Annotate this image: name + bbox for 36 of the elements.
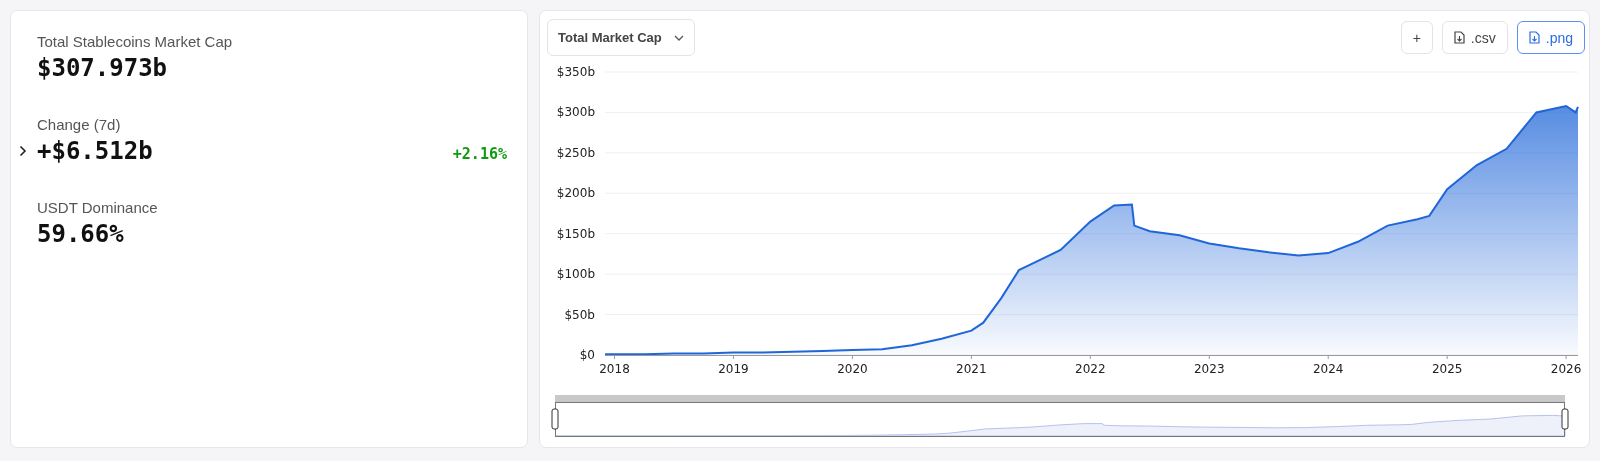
y-axis-label: $150b (556, 226, 595, 241)
stat-value: 59.66% (37, 220, 124, 248)
x-axis-label: 2021 (956, 362, 987, 376)
x-axis-label: 2020 (837, 362, 868, 376)
zoom-range[interactable] (555, 402, 1565, 437)
stat-label: Total Stablecoins Market Cap (37, 33, 234, 50)
download-button[interactable]: .csv (1441, 21, 1508, 54)
file-download-icon (1453, 31, 1465, 44)
x-axis-label: 2025 (1431, 362, 1463, 376)
y-axis-label: $100b (556, 267, 595, 282)
y-axis-label: $350b (556, 65, 595, 79)
range-handle[interactable] (551, 408, 559, 430)
metric-dropdown[interactable]: Total Market Cap (547, 19, 695, 56)
file-download-icon (1528, 31, 1540, 44)
x-axis-label: 2023 (1194, 362, 1225, 376)
x-axis-label: 2019 (718, 362, 749, 376)
stat-label: Change (7d) (37, 116, 122, 133)
download-button[interactable]: .png (1516, 21, 1585, 54)
add-button[interactable]: + (1400, 21, 1433, 54)
y-axis-label: $200b (556, 186, 595, 201)
y-axis-label: $0 (579, 348, 595, 362)
x-axis-label: 2018 (599, 362, 630, 376)
zoom-scrollbar[interactable] (555, 395, 1565, 402)
stat-value: +$6.512b (37, 137, 153, 165)
stat-value: $307.973b (37, 54, 168, 82)
caret-icon (673, 34, 684, 41)
x-axis-label: 2026 (1550, 362, 1582, 376)
change-percent: +2.16% (452, 144, 507, 163)
y-axis-label: $250b (556, 145, 595, 160)
y-axis-label: $300b (556, 105, 595, 120)
y-axis-label: $50b (564, 307, 595, 322)
x-axis-label: 2022 (1075, 362, 1106, 376)
x-axis-label: 2024 (1312, 362, 1344, 376)
chevron-icon[interactable] (19, 145, 27, 157)
range-handle[interactable] (1561, 408, 1569, 430)
stat-label: USDT Dominance (37, 199, 159, 216)
